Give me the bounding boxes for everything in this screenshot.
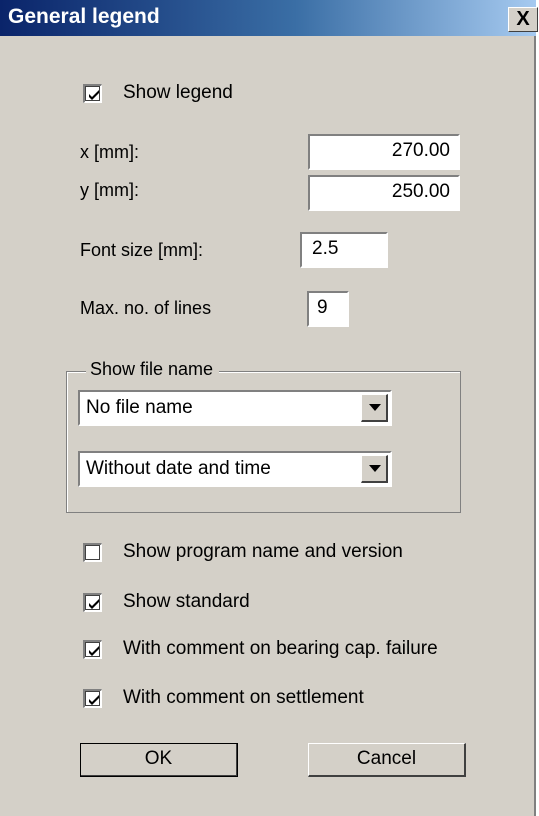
- date-time-select-value: Without date and time: [86, 458, 271, 479]
- show-standard-label: Show standard: [123, 591, 250, 612]
- program-name-label: Show program name and version: [123, 541, 403, 562]
- checkmark-icon: [89, 695, 99, 705]
- close-icon: X: [516, 8, 530, 30]
- y-label: y [mm]:: [80, 180, 139, 200]
- program-name-checkbox[interactable]: [83, 543, 102, 562]
- chevron-down-icon: [369, 404, 381, 411]
- font-size-field[interactable]: 2.5: [300, 232, 388, 268]
- max-lines-field[interactable]: 9: [307, 291, 349, 327]
- checkmark-icon: [89, 646, 99, 656]
- font-size-label: Font size [mm]:: [80, 240, 204, 260]
- general-legend-dialog: General legend X Show legend x [mm]: 270…: [0, 0, 538, 816]
- x-field[interactable]: 270.00: [308, 134, 460, 170]
- settlement-comment-label: With comment on settlement: [123, 687, 364, 708]
- file-name-dropdown-button[interactable]: [361, 394, 388, 422]
- settlement-comment-checkbox[interactable]: [83, 689, 102, 708]
- title-bar[interactable]: General legend: [0, 0, 536, 36]
- date-time-select[interactable]: Without date and time: [78, 451, 392, 487]
- date-time-dropdown-button[interactable]: [361, 455, 388, 483]
- show-legend-checkbox[interactable]: [83, 84, 102, 103]
- chevron-down-icon: [369, 465, 381, 472]
- file-name-group-label: Show file name: [86, 359, 220, 380]
- x-label: x [mm]:: [80, 142, 139, 162]
- y-field[interactable]: 250.00: [308, 175, 460, 211]
- checkmark-icon: [89, 599, 99, 609]
- close-button[interactable]: X: [508, 7, 538, 32]
- dialog-title: General legend: [8, 5, 160, 28]
- max-lines-label: Max. no. of lines: [80, 298, 212, 318]
- bearing-comment-checkbox[interactable]: [83, 640, 102, 659]
- show-legend-label: Show legend: [123, 82, 233, 103]
- bearing-comment-label: With comment on bearing cap. failure: [123, 638, 438, 659]
- checkmark-icon: [89, 90, 99, 100]
- cancel-button[interactable]: Cancel: [308, 743, 466, 777]
- show-standard-checkbox[interactable]: [83, 593, 102, 612]
- ok-button[interactable]: OK: [80, 743, 238, 777]
- file-name-select-value: No file name: [86, 397, 193, 418]
- file-name-select[interactable]: No file name: [78, 390, 392, 426]
